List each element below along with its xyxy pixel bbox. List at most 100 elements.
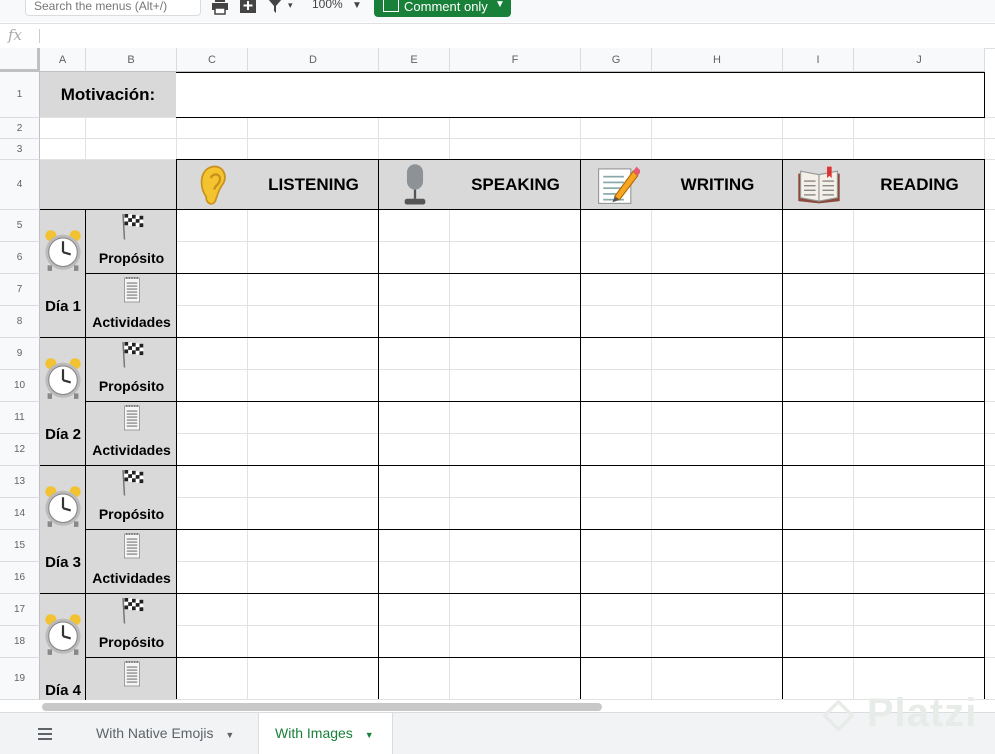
column-header-e[interactable]: E [379,48,450,72]
column-header-g[interactable]: G [581,48,652,72]
row-header-3[interactable]: 3 [0,139,40,160]
actividades-label[interactable]: Actividades [86,562,177,594]
filter-icon[interactable] [266,0,286,16]
formula-bar[interactable]: fx [0,23,995,49]
table-border [86,657,985,658]
row-header-13[interactable]: 13 [0,466,40,498]
zoom-select[interactable]: 100% [312,0,343,11]
alarm-clock-icon[interactable] [40,210,86,274]
proposito-label[interactable]: Propósito [86,626,177,658]
row-header-11[interactable]: 11 [0,402,40,434]
toolbar: Search the menus (Alt+/) ▾ 100% ▼ Commen… [0,0,995,22]
day-label[interactable]: Día 1 [40,274,86,338]
table-border [176,159,177,699]
column-header-b[interactable]: B [86,48,177,72]
table-border [86,529,985,530]
skill-header-reading[interactable]: READING [854,160,985,209]
column-header-d[interactable]: D [248,48,379,72]
skill-header-listening[interactable]: LISTENING [248,160,379,209]
all-sheets-menu-icon[interactable] [38,713,64,754]
column-header-f[interactable]: F [450,48,581,72]
watermark-text: Platzi [866,691,978,735]
table-border [85,210,86,700]
menu-search-input[interactable]: Search the menus (Alt+/) [25,0,201,16]
actividades-label[interactable]: Actividades [86,306,177,338]
column-header-j[interactable]: J [854,48,985,72]
formula-separator [39,29,40,43]
row-header-10[interactable]: 10 [0,370,40,402]
checkered-flag-icon[interactable] [86,466,177,498]
sheet-grid[interactable]: Motivación: LISTENING SPEAKING WRITING READ… [40,72,995,700]
table-border [580,159,581,699]
row-header-9[interactable]: 9 [0,338,40,370]
notepad-icon[interactable] [86,402,177,434]
row-header-14[interactable]: 14 [0,498,40,530]
proposito-label[interactable]: Propósito [86,242,177,274]
column-header-h[interactable]: H [652,48,783,72]
notepad-icon[interactable] [86,274,177,306]
tab-with-native-emojis[interactable]: With Native Emojis ▼ [83,713,258,754]
table-border [782,159,783,699]
ear-icon[interactable] [177,160,248,209]
row-header-2[interactable]: 2 [0,118,40,139]
day-label[interactable]: Día 4 [40,658,86,700]
day-label[interactable]: Día 3 [40,530,86,594]
table-border [86,273,985,274]
row-header-16[interactable]: 16 [0,562,40,594]
column-header-i[interactable]: I [783,48,854,72]
grid-row-line [40,625,995,626]
add-comment-icon[interactable] [238,0,258,16]
column-header-c[interactable]: C [177,48,248,72]
select-all-corner[interactable] [0,48,40,72]
actividades-label[interactable]: Actividades [86,690,177,700]
motivacion-input-cell[interactable] [176,72,985,117]
horizontal-scrollbar[interactable] [42,703,602,711]
checkered-flag-icon[interactable] [86,210,177,242]
table-border [984,72,985,118]
row-header-5[interactable]: 5 [0,210,40,242]
row-header-8[interactable]: 8 [0,306,40,338]
motivacion-label[interactable]: Motivación: [40,72,176,117]
grid-row-line [40,138,995,139]
grid-row-line [40,497,995,498]
row-header-1[interactable]: 1 [0,72,40,118]
fx-icon: fx [8,26,23,44]
row-header-7[interactable]: 7 [0,274,40,306]
proposito-label[interactable]: Propósito [86,370,177,402]
comment-only-button[interactable]: Comment only ▼ [374,0,511,17]
zoom-caret-icon[interactable]: ▼ [352,0,362,11]
row-header-12[interactable]: 12 [0,434,40,466]
alarm-clock-icon[interactable] [40,594,86,658]
tab-label: With Native Emojis [96,725,214,741]
actividades-label[interactable]: Actividades [86,434,177,466]
filter-caret-icon[interactable]: ▾ [288,0,293,11]
alarm-clock-icon[interactable] [40,466,86,530]
table-border [40,337,985,338]
notepad-icon[interactable] [86,530,177,562]
print-icon[interactable] [210,0,230,16]
platzi-watermark: ◇ Platzi [823,691,978,735]
tab-with-images[interactable]: With Images ▼ [258,713,393,754]
skill-header-speaking[interactable]: SPEAKING [450,160,581,209]
notepad-icon[interactable] [86,658,177,690]
skill-header-writing[interactable]: WRITING [652,160,783,209]
checkered-flag-icon[interactable] [86,338,177,370]
row-header-18[interactable]: 18 [0,626,40,658]
header-blank-cell[interactable] [40,160,176,209]
day-label[interactable]: Día 2 [40,402,86,466]
alarm-clock-icon[interactable] [40,338,86,402]
table-border [378,159,379,699]
microphone-icon[interactable] [379,160,450,209]
row-header-17[interactable]: 17 [0,594,40,626]
table-border [176,117,985,118]
row-header-6[interactable]: 6 [0,242,40,274]
column-header-a[interactable]: A [40,48,86,72]
row-header-15[interactable]: 15 [0,530,40,562]
row-header-4[interactable]: 4 [0,160,40,210]
checkered-flag-icon[interactable] [86,594,177,626]
proposito-label[interactable]: Propósito [86,498,177,530]
memo-icon[interactable] [581,160,652,209]
book-icon[interactable] [783,160,854,209]
tab-label: With Images [275,725,353,741]
row-header-19[interactable]: 19 [0,658,40,700]
